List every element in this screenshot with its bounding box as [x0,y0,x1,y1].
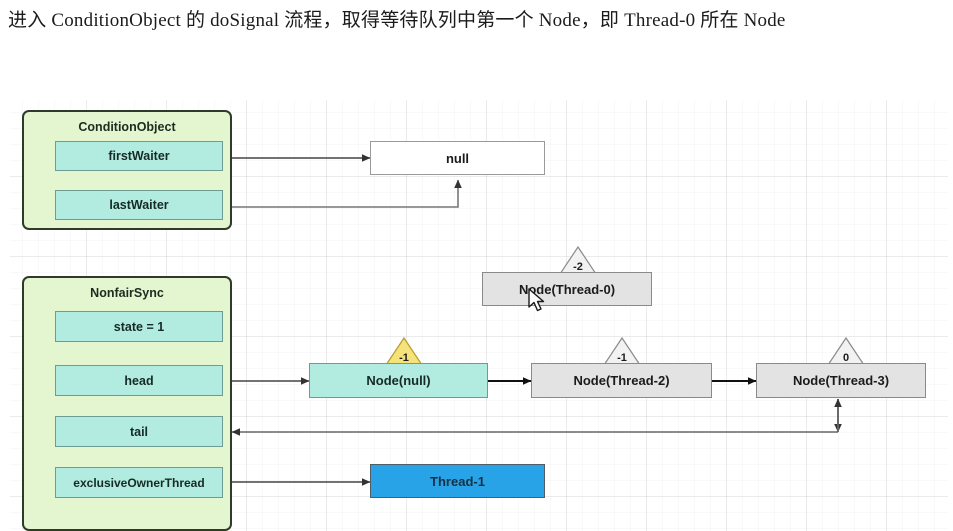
group-title-nonfair-sync: NonfairSync [90,286,164,300]
field-state[interactable]: state = 1 [55,311,223,342]
node-thread-0[interactable]: Node(Thread-0) [482,272,652,306]
field-exclusive-owner-thread[interactable]: exclusiveOwnerThread [55,467,223,498]
field-first-waiter[interactable]: firstWaiter [55,141,223,171]
node-thread-3[interactable]: Node(Thread-3) [756,363,926,398]
node-thread-1[interactable]: Thread-1 [370,464,545,498]
page-caption: 进入 ConditionObject 的 doSignal 流程，取得等待队列中… [8,10,786,31]
field-last-waiter[interactable]: lastWaiter [55,190,223,220]
diagram-canvas: ConditionObject firstWaiter lastWaiter N… [10,100,948,531]
node-null-box[interactable]: null [370,141,545,175]
group-title-condition-object: ConditionObject [78,120,176,134]
field-head[interactable]: head [55,365,223,396]
node-thread-2[interactable]: Node(Thread-2) [531,363,712,398]
node-null[interactable]: Node(null) [309,363,488,398]
field-tail[interactable]: tail [55,416,223,447]
